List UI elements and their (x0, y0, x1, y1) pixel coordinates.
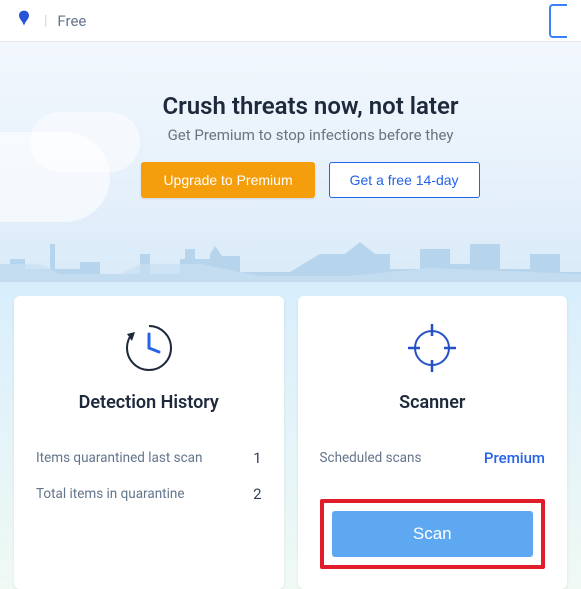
history-icon (36, 320, 262, 376)
stat-label: Total items in quarantine (36, 486, 184, 502)
scan-button[interactable]: Scan (332, 511, 534, 557)
scanner-card[interactable]: Scanner Scheduled scans Premium Scan (298, 296, 568, 589)
app-header: | Free (0, 0, 581, 42)
scan-highlight-box: Scan (320, 499, 546, 569)
detection-history-card[interactable]: Detection History Items quarantined last… (14, 296, 284, 589)
hero-banner: Crush threats now, not later Get Premium… (0, 42, 581, 282)
stat-value: 1 (253, 449, 261, 467)
skyline-decoration (0, 224, 581, 282)
scanner-icon (320, 320, 546, 376)
upgrade-button[interactable]: Upgrade to Premium (141, 162, 314, 198)
stat-row-quarantined-last: Items quarantined last scan 1 (36, 449, 262, 467)
premium-link[interactable]: Premium (484, 449, 545, 467)
stat-value: 2 (253, 485, 261, 503)
tier-label: Free (57, 12, 86, 30)
malwarebytes-logo-icon (14, 9, 34, 33)
brand-area: | Free (14, 9, 86, 33)
hero-title: Crush threats now, not later (40, 92, 581, 120)
stat-row-total-quarantine: Total items in quarantine 2 (36, 485, 262, 503)
trial-button[interactable]: Get a free 14-day (329, 162, 480, 198)
stat-row-scheduled: Scheduled scans Premium (320, 449, 546, 467)
stat-label: Scheduled scans (320, 450, 422, 466)
stat-label: Items quarantined last scan (36, 450, 202, 466)
scanner-card-title: Scanner (320, 392, 546, 413)
header-right-button-edge[interactable] (549, 4, 567, 38)
hero-buttons: Upgrade to Premium Get a free 14-day (40, 162, 581, 198)
brand-separator: | (44, 13, 47, 29)
cards-area: Detection History Items quarantined last… (0, 282, 581, 589)
hero-subtitle: Get Premium to stop infections before th… (40, 126, 581, 144)
history-card-title: Detection History (36, 392, 262, 413)
hero-content: Crush threats now, not later Get Premium… (0, 42, 581, 198)
